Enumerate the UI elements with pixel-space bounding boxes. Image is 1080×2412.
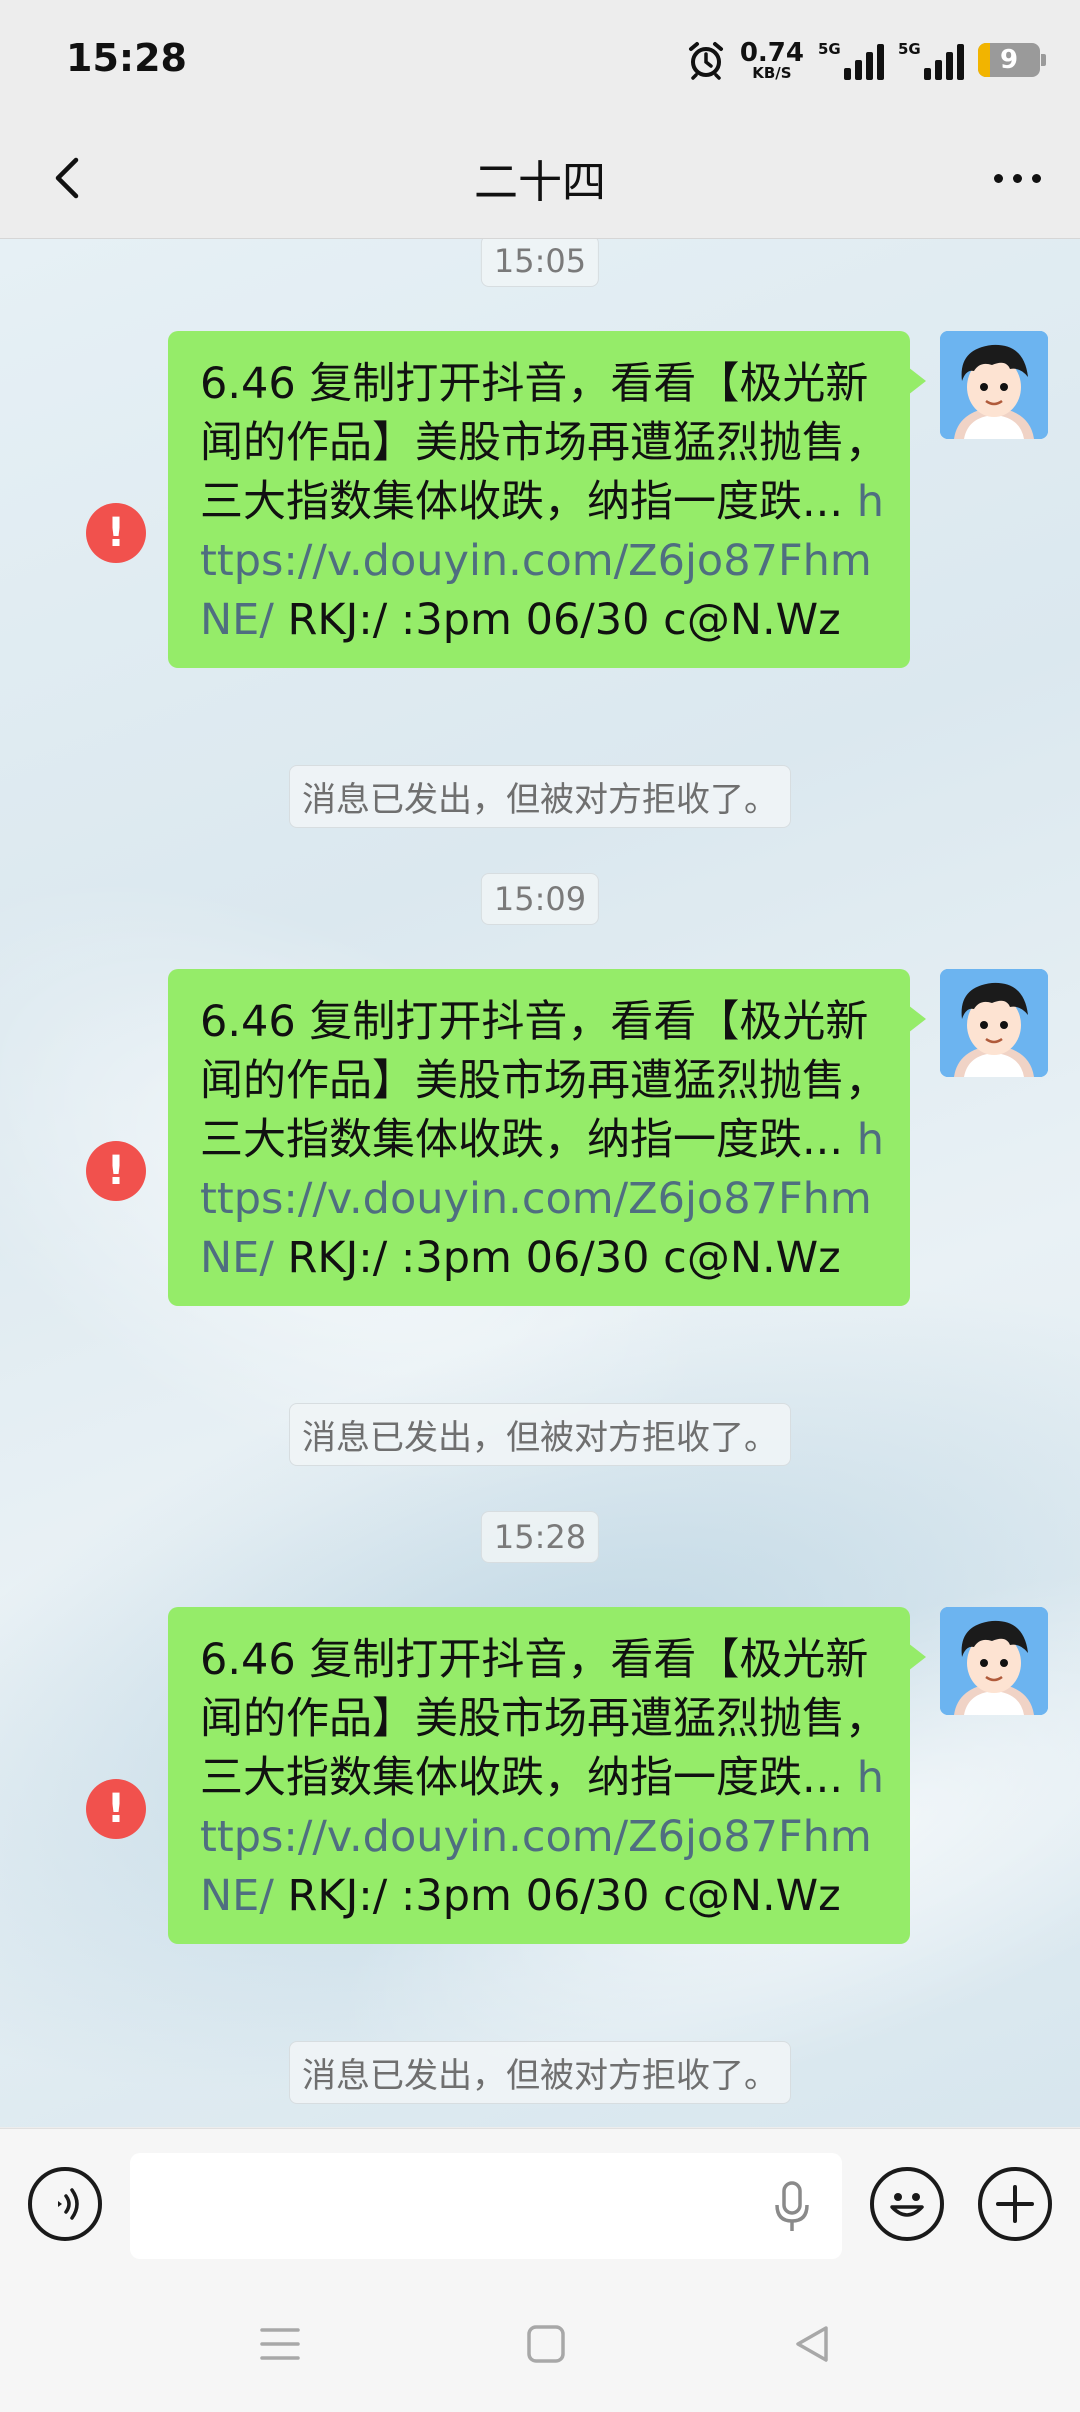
rejected-notice: 消息已发出，但被对方拒收了。 bbox=[289, 2041, 791, 2104]
timestamp: 15:05 bbox=[480, 239, 600, 287]
menu-icon[interactable] bbox=[256, 2320, 304, 2368]
message-text: 6.46 复制打开抖音，看看【极光新闻的作品】美股市场再遭猛烈抛售，三大指数集体… bbox=[200, 1635, 888, 1803]
message-text: 6.46 复制打开抖音，看看【极光新闻的作品】美股市场再遭猛烈抛售，三大指数集体… bbox=[200, 997, 888, 1165]
chat-area[interactable]: 15:05 ! 6.46 复制打开抖音，看看【极光新闻的作品】美股市场再遭猛烈抛… bbox=[0, 239, 1080, 2127]
emoji-button[interactable] bbox=[870, 2167, 944, 2241]
avatar[interactable] bbox=[940, 331, 1048, 439]
message-text-tail: RKJ:/ :3pm 06/30 c@N.Wz bbox=[273, 1233, 841, 1283]
back-nav-icon[interactable] bbox=[788, 2320, 836, 2368]
message-text-tail: RKJ:/ :3pm 06/30 c@N.Wz bbox=[273, 595, 841, 645]
plus-button[interactable] bbox=[978, 2167, 1052, 2241]
voice-icon bbox=[58, 2188, 79, 2220]
more-dots-icon bbox=[993, 173, 1003, 183]
send-failed-icon[interactable]: ! bbox=[86, 1779, 146, 1839]
timestamp: 15:28 bbox=[480, 1511, 600, 1563]
avatar-image bbox=[940, 1607, 1048, 1715]
timestamp: 15:09 bbox=[480, 873, 600, 925]
mic-icon[interactable] bbox=[772, 2179, 812, 2235]
message-bubble[interactable]: 6.46 复制打开抖音，看看【极光新闻的作品】美股市场再遭猛烈抛售，三大指数集体… bbox=[168, 969, 926, 1306]
message-bubble[interactable]: 6.46 复制打开抖音，看看【极光新闻的作品】美股市场再遭猛烈抛售，三大指数集体… bbox=[168, 1607, 926, 1944]
battery-icon: 9 bbox=[978, 43, 1046, 77]
chat-header: 二十四 bbox=[0, 120, 1080, 239]
message-text: 6.46 复制打开抖音，看看【极光新闻的作品】美股市场再遭猛烈抛售，三大指数集体… bbox=[200, 359, 888, 527]
rejected-notice: 消息已发出，但被对方拒收了。 bbox=[289, 1403, 791, 1466]
status-icons: 0.74 KB/S 5G 5G 9 bbox=[686, 34, 1046, 86]
send-failed-icon[interactable]: ! bbox=[86, 503, 146, 563]
avatar[interactable] bbox=[940, 1607, 1048, 1715]
input-bar bbox=[0, 2128, 1080, 2277]
avatar[interactable] bbox=[940, 969, 1048, 1077]
signal-1-icon: 5G bbox=[818, 40, 884, 80]
plus-icon bbox=[996, 2185, 1034, 2223]
home-icon[interactable] bbox=[522, 2320, 570, 2368]
send-failed-icon[interactable]: ! bbox=[86, 1141, 146, 1201]
emoji-icon bbox=[890, 2193, 924, 2217]
message-text-tail: RKJ:/ :3pm 06/30 c@N.Wz bbox=[273, 1871, 841, 1921]
status-time: 15:28 bbox=[66, 36, 187, 80]
system-navigation-bar bbox=[0, 2276, 1080, 2412]
avatar-image bbox=[940, 331, 1048, 439]
voice-button[interactable] bbox=[28, 2167, 102, 2241]
status-bar: 15:28 0.74 KB/S 5G 5G 9 bbox=[0, 0, 1080, 120]
network-speed: 0.74 KB/S bbox=[739, 37, 804, 82]
signal-2-icon: 5G bbox=[898, 40, 964, 80]
alarm-icon bbox=[688, 42, 723, 80]
chat-title: 二十四 bbox=[474, 157, 606, 208]
message-input[interactable] bbox=[130, 2153, 842, 2259]
rejected-notice: 消息已发出，但被对方拒收了。 bbox=[289, 765, 791, 828]
more-options-button[interactable] bbox=[984, 146, 1050, 210]
avatar-image bbox=[940, 969, 1048, 1077]
message-bubble[interactable]: 6.46 复制打开抖音，看看【极光新闻的作品】美股市场再遭猛烈抛售，三大指数集体… bbox=[168, 331, 926, 668]
